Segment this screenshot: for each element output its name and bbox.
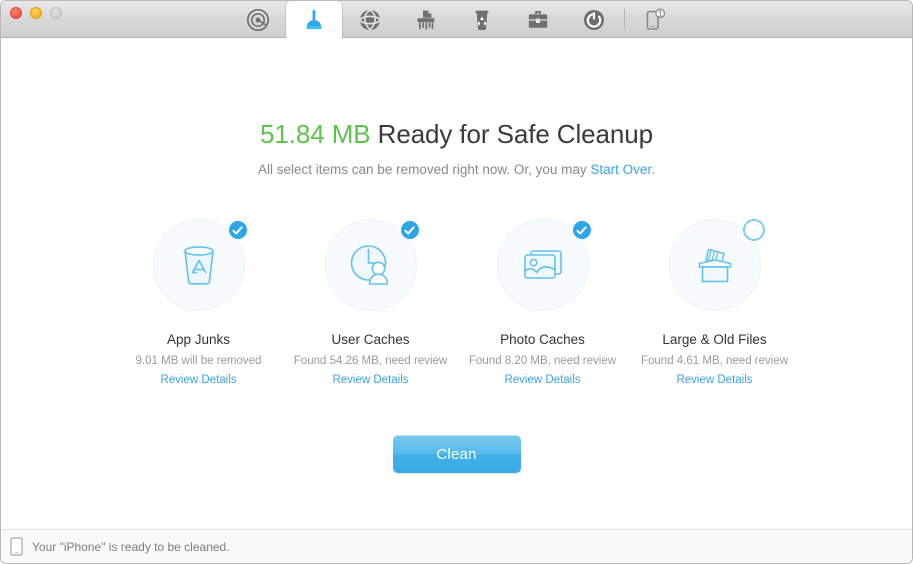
review-details-link-large-old-files[interactable]: Review Details bbox=[676, 374, 752, 386]
user-caches-icon bbox=[350, 245, 388, 285]
toolbar-tabs: 1 bbox=[230, 1, 683, 38]
category-card-user-caches[interactable]: User Caches Found 54.26 MB, need review … bbox=[285, 219, 457, 386]
tab-shredder[interactable] bbox=[398, 1, 454, 38]
category-checkbox-app-junks[interactable] bbox=[226, 219, 249, 241]
category-icon-wrap bbox=[324, 219, 421, 311]
tab-toolkit[interactable] bbox=[510, 1, 566, 38]
category-icon-wrap bbox=[496, 219, 593, 311]
category-title: App Junks bbox=[166, 332, 231, 347]
large-old-files-icon bbox=[698, 248, 731, 283]
category-title: User Caches bbox=[331, 332, 410, 347]
main-content: 51.84 MB Ready for Safe Cleanup All sele… bbox=[1, 38, 912, 529]
tab-device[interactable]: 1 bbox=[627, 1, 683, 38]
check-icon bbox=[232, 225, 243, 234]
category-detail: 9.01 MB will be removed bbox=[135, 355, 262, 367]
subtitle-text-before: All select items can be removed right no… bbox=[258, 162, 591, 177]
titlebar: 1 bbox=[1, 1, 912, 38]
check-icon bbox=[576, 225, 587, 234]
device-badge-count: 1 bbox=[658, 9, 663, 18]
category-icon-wrap bbox=[668, 219, 765, 311]
subtitle-text-after: . bbox=[651, 162, 655, 177]
category-checkbox-user-caches[interactable] bbox=[398, 219, 421, 241]
status-message: Your "iPhone" is ready to be cleaned. bbox=[32, 539, 230, 554]
page-title: 51.84 MB Ready for Safe Cleanup bbox=[260, 119, 653, 150]
tab-trash[interactable] bbox=[454, 1, 510, 38]
close-window-button[interactable] bbox=[10, 7, 22, 19]
zoom-window-button bbox=[50, 7, 62, 19]
tab-clean[interactable] bbox=[286, 1, 342, 38]
cleanup-title-text: Ready for Safe Cleanup bbox=[377, 119, 653, 149]
cleanup-size-value: 51.84 MB bbox=[260, 119, 371, 149]
tab-optimize[interactable] bbox=[566, 1, 622, 38]
photo-caches-icon bbox=[523, 250, 562, 279]
category-card-app-junks[interactable]: App Junks 9.01 MB will be removed Review… bbox=[113, 219, 285, 386]
toolbox-icon bbox=[528, 10, 548, 28]
traffic-lights bbox=[10, 7, 62, 19]
app-junks-icon bbox=[183, 246, 214, 285]
trash-recycle-icon bbox=[475, 10, 489, 30]
category-checkbox-large-old-files[interactable] bbox=[742, 219, 765, 241]
check-icon bbox=[404, 225, 415, 234]
category-card-photo-caches[interactable]: Photo Caches Found 8.20 MB, need review … bbox=[457, 219, 629, 386]
minimize-window-button[interactable] bbox=[30, 7, 42, 19]
category-title: Large & Old Files bbox=[662, 332, 767, 347]
device-phone-icon bbox=[10, 537, 23, 556]
category-checkbox-photo-caches[interactable] bbox=[570, 219, 593, 241]
review-details-link-photo-caches[interactable]: Review Details bbox=[504, 374, 580, 386]
start-over-link[interactable]: Start Over bbox=[590, 162, 651, 177]
app-window: 1 51.84 MB Ready for Safe Cleanup All se… bbox=[0, 0, 913, 564]
globe-icon bbox=[359, 8, 381, 30]
power-refresh-icon bbox=[584, 9, 604, 30]
category-icon-wrap bbox=[152, 219, 249, 311]
page-subtitle: All select items can be removed right no… bbox=[258, 162, 655, 177]
review-details-link-app-junks[interactable]: Review Details bbox=[160, 374, 236, 386]
clean-button[interactable]: Clean bbox=[392, 435, 521, 473]
toolbar-separator bbox=[624, 9, 625, 30]
category-detail: Found 54.26 MB, need review bbox=[293, 355, 448, 367]
plunger-icon bbox=[306, 9, 322, 29]
review-details-link-user-caches[interactable]: Review Details bbox=[332, 374, 408, 386]
radar-icon bbox=[246, 8, 270, 31]
category-detail: Found 4.61 MB, need review bbox=[640, 355, 789, 367]
shredder-icon bbox=[417, 10, 435, 29]
tab-internet[interactable] bbox=[342, 1, 398, 38]
category-title: Photo Caches bbox=[500, 332, 585, 347]
category-list: App Junks 9.01 MB will be removed Review… bbox=[1, 219, 912, 386]
tab-scan[interactable] bbox=[230, 1, 286, 38]
status-bar: Your "iPhone" is ready to be cleaned. bbox=[1, 529, 912, 563]
phone-icon: 1 bbox=[646, 7, 666, 30]
category-card-large-old-files[interactable]: Large & Old Files Found 4.61 MB, need re… bbox=[629, 219, 801, 386]
category-detail: Found 8.20 MB, need review bbox=[468, 355, 617, 367]
